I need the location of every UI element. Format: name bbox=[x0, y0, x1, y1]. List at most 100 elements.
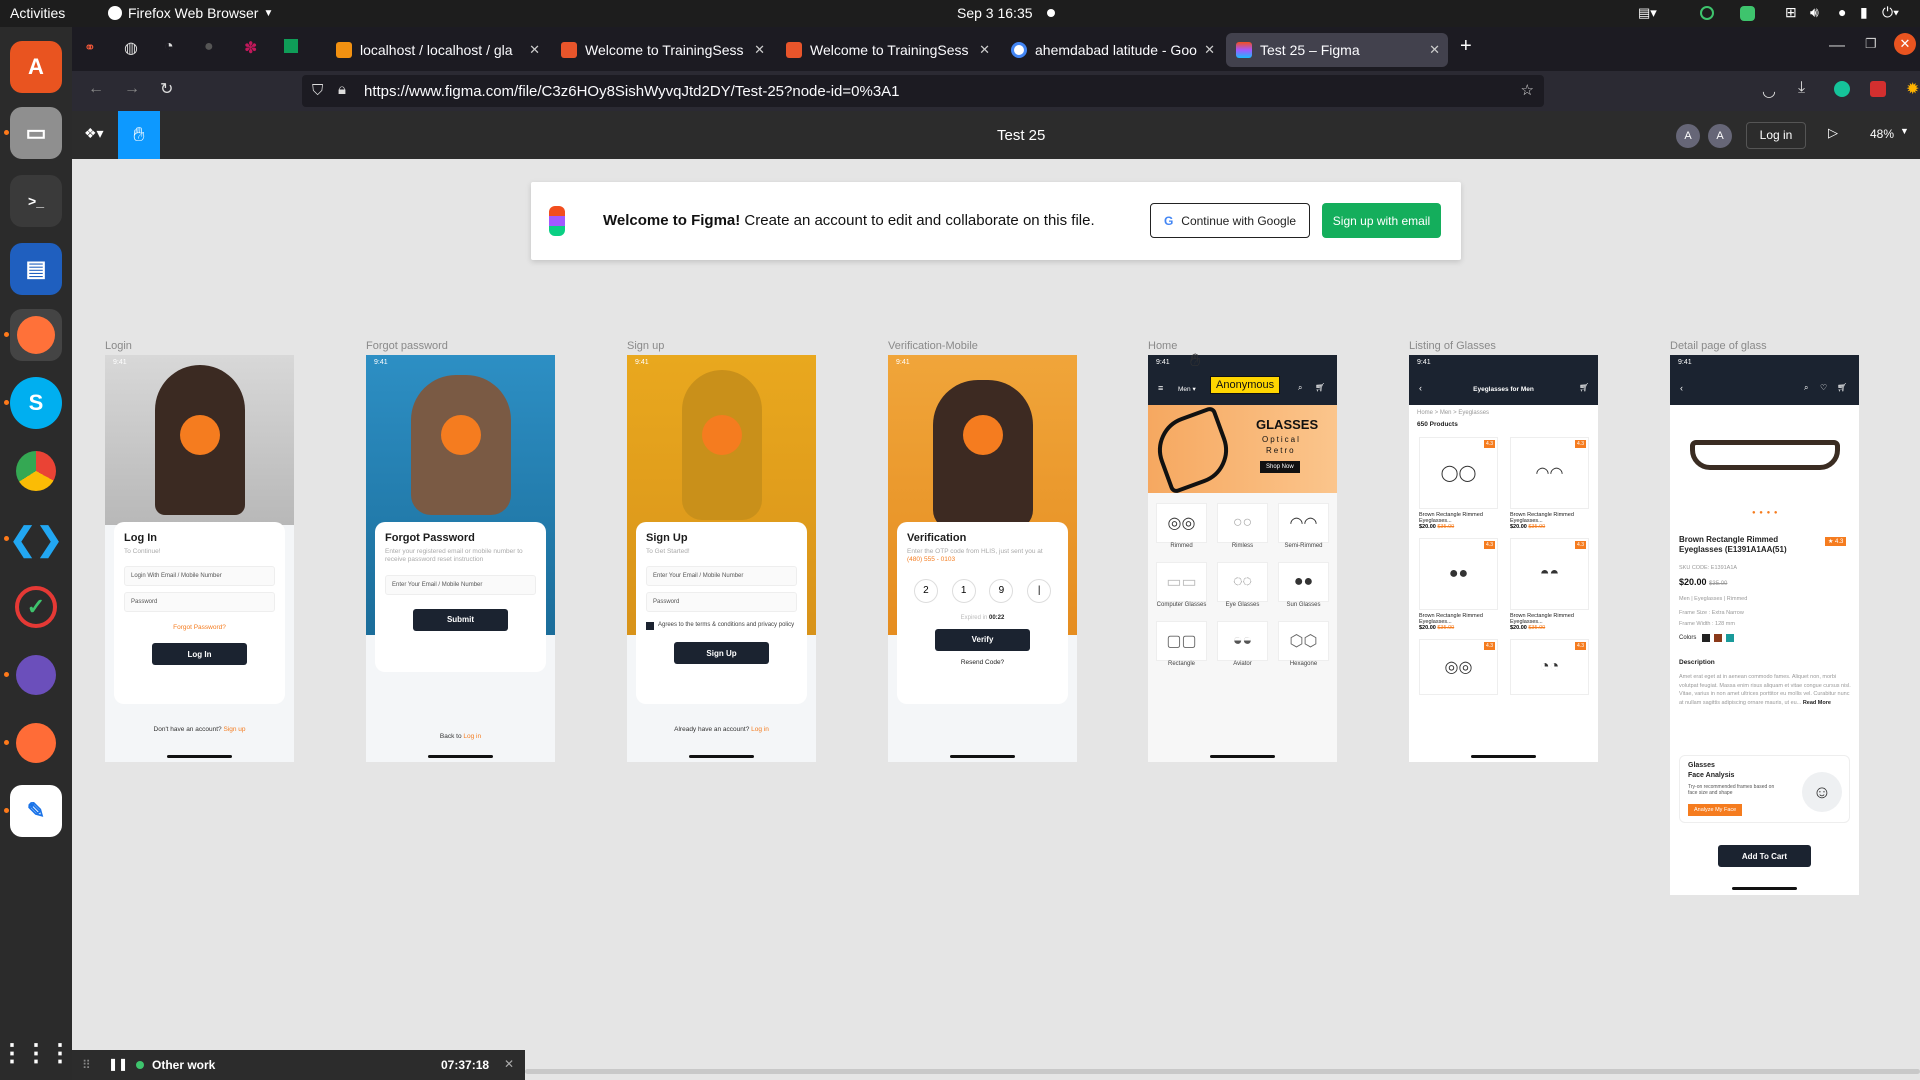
firefox-dock-icon[interactable] bbox=[10, 309, 62, 361]
email-field[interactable]: Enter Your Email / Mobile Number bbox=[385, 574, 536, 595]
frame-home[interactable]: 9:41 ≡ Men ▾ Anonymous ⌕ 🛒︎ GLASSES Opti… bbox=[1148, 355, 1337, 762]
close-icon[interactable]: ✕ bbox=[1204, 42, 1215, 58]
continue-with-google-button[interactable]: G Continue with Google bbox=[1150, 203, 1310, 238]
sun-extension-icon[interactable]: ✹ bbox=[1906, 79, 1919, 99]
frame-signup[interactable]: 9:41 Sign Up To Get Started! Enter Your … bbox=[627, 355, 816, 762]
close-icon[interactable]: ✕ bbox=[754, 42, 765, 58]
add-to-cart-button[interactable]: Add To Cart bbox=[1718, 845, 1811, 867]
minimize-icon[interactable]: — bbox=[1829, 37, 1845, 55]
forward-icon[interactable]: → bbox=[124, 80, 140, 98]
product-card[interactable]: ◓◓ 4.3 Brown Rectangle Rimmed Eyeglasses..… bbox=[1510, 538, 1589, 631]
forgot-password-link[interactable]: Forgot Password? bbox=[124, 624, 275, 631]
frame-label-forgot[interactable]: Forgot password bbox=[366, 340, 448, 352]
frame-label-home[interactable]: Home bbox=[1148, 340, 1177, 352]
chrome-icon[interactable] bbox=[10, 445, 62, 497]
maximize-icon[interactable]: ❐ bbox=[1865, 36, 1877, 52]
pinned-app-icon[interactable]: ✽ bbox=[244, 38, 257, 58]
frame-label-verification[interactable]: Verification-Mobile bbox=[888, 340, 978, 352]
pinned-sheets-icon[interactable] bbox=[284, 39, 298, 53]
category-hexagone[interactable]: ⬡⬡ Hexagone bbox=[1278, 621, 1329, 668]
color-swatch-brown[interactable] bbox=[1714, 634, 1723, 642]
pinned-speed-icon[interactable]: ◔ bbox=[164, 38, 174, 56]
file-title[interactable]: Test 25 bbox=[997, 127, 1045, 144]
pocket-icon[interactable]: ◡ bbox=[1762, 81, 1776, 101]
tab-3[interactable]: Welcome to TrainingSess ✕ bbox=[776, 33, 998, 67]
browser-globe-icon[interactable] bbox=[10, 649, 62, 701]
hand-tool-icon[interactable]: ✋︎ bbox=[118, 111, 160, 159]
present-play-icon[interactable]: ▷ bbox=[1828, 125, 1838, 141]
product-card[interactable]: ◎◎ 4.3 bbox=[1419, 639, 1498, 695]
cart-icon[interactable]: 🛒︎ bbox=[1579, 383, 1589, 392]
search-icon[interactable]: ⌕ bbox=[1298, 383, 1302, 393]
app-menu[interactable]: Firefox Web Browser ▼ bbox=[108, 5, 273, 21]
color-swatch-teal[interactable] bbox=[1726, 634, 1735, 642]
figma-main-menu-icon[interactable]: ❖▾ bbox=[84, 125, 104, 142]
search-icon[interactable]: ⌕ bbox=[1804, 383, 1808, 393]
login-link[interactable]: Log in bbox=[751, 726, 769, 733]
terminal-icon[interactable]: >_ bbox=[10, 175, 62, 227]
pinned-tab-icon[interactable]: ⚭ bbox=[84, 39, 96, 56]
product-card[interactable]: ●● 4.3 Brown Rectangle Rimmed Eyeglasses..… bbox=[1419, 538, 1498, 631]
cart-icon[interactable]: 🛒︎ bbox=[1837, 383, 1847, 392]
tab-2[interactable]: Welcome to TrainingSess ✕ bbox=[551, 33, 773, 67]
microphone-icon[interactable]: ● bbox=[1838, 4, 1846, 20]
frame-forgot-password[interactable]: 9:41 Forgot Password Enter your register… bbox=[366, 355, 555, 762]
back-icon[interactable]: ← bbox=[88, 80, 104, 98]
product-card[interactable]: ◔◔ 4.3 bbox=[1510, 639, 1589, 695]
software-center-icon[interactable]: A bbox=[10, 41, 62, 93]
close-icon[interactable]: ✕ bbox=[1429, 42, 1440, 58]
frame-label-login[interactable]: Login bbox=[105, 340, 132, 352]
tracker-icon[interactable]: ✓ bbox=[10, 581, 62, 633]
checkbox[interactable] bbox=[646, 622, 654, 631]
close-icon[interactable]: ✕ bbox=[529, 42, 540, 58]
category-sun[interactable]: ●● Sun Glasses bbox=[1278, 562, 1329, 609]
tab-1[interactable]: localhost / localhost / gla ✕ bbox=[326, 33, 548, 67]
category-rimmed[interactable]: ◎◎ Rimmed bbox=[1156, 503, 1207, 550]
color-swatch-black[interactable] bbox=[1702, 634, 1711, 642]
frame-label-signup[interactable]: Sign up bbox=[627, 340, 664, 352]
back-chevron-icon[interactable]: ‹ bbox=[1680, 383, 1683, 393]
menu-icon[interactable]: ≡ bbox=[1158, 383, 1163, 393]
category-rectangle[interactable]: ▢▢ Rectangle bbox=[1156, 621, 1207, 668]
pinned-globe-icon[interactable]: ◍ bbox=[124, 38, 138, 58]
frame-login[interactable]: 9:41 Log In To Continue! Login With Emai… bbox=[105, 355, 294, 762]
downloads-icon[interactable]: ⤓ bbox=[1798, 79, 1805, 97]
new-tab-icon[interactable]: + bbox=[1460, 35, 1472, 58]
frame-label-detail[interactable]: Detail page of glass bbox=[1670, 340, 1767, 352]
pause-icon[interactable]: ❚❚ bbox=[108, 1057, 128, 1071]
signup-button[interactable]: Sign Up bbox=[674, 642, 769, 665]
signup-link[interactable]: Sign up bbox=[223, 726, 245, 733]
drag-handle-icon[interactable]: ⠿ bbox=[82, 1058, 91, 1072]
product-card[interactable]: ◯◯ 4.3 Brown Rectangle Rimmed Eyeglasses..… bbox=[1419, 437, 1498, 530]
clipboard-icon[interactable]: ▤▾ bbox=[1638, 5, 1657, 21]
close-icon[interactable]: ✕ bbox=[504, 1057, 514, 1071]
verify-button[interactable]: Verify bbox=[935, 628, 1030, 651]
vscode-icon[interactable]: ❮❯ bbox=[9, 513, 63, 565]
frame-label-listing[interactable]: Listing of Glasses bbox=[1409, 340, 1496, 352]
login-button[interactable]: Log In bbox=[152, 643, 247, 666]
email-field[interactable]: Login With Email / Mobile Number bbox=[124, 566, 275, 587]
shop-now-button[interactable]: Shop Now bbox=[1260, 461, 1300, 473]
submit-button[interactable]: Submit bbox=[413, 608, 508, 631]
pinned-github-icon[interactable]: ● bbox=[204, 38, 214, 56]
gender-selector[interactable]: Men ▾ bbox=[1178, 385, 1196, 393]
login-link[interactable]: Log in bbox=[463, 733, 481, 740]
zoom-level[interactable]: 48% bbox=[1870, 127, 1894, 141]
avatar[interactable]: A bbox=[1708, 124, 1732, 148]
carousel-dots[interactable]: ● ● ● ● bbox=[1752, 510, 1779, 516]
skype-icon[interactable]: S bbox=[10, 377, 62, 429]
url-bar[interactable]: ⛉ 🔒︎ https://www.figma.com/file/C3z6HOy8… bbox=[302, 75, 1544, 107]
reload-icon[interactable]: ↻ bbox=[160, 79, 173, 99]
avatar[interactable]: A bbox=[1676, 124, 1700, 148]
shield-icon[interactable]: ⛉ bbox=[312, 82, 323, 99]
category-eye[interactable]: ◌◌ Eye Glasses bbox=[1217, 562, 1268, 609]
otp-digit[interactable]: 2 bbox=[913, 578, 938, 603]
breadcrumb[interactable]: Home > Men > Eyeglasses bbox=[1417, 410, 1489, 416]
product-card[interactable]: ◠◠ 4.3 Brown Rectangle Rimmed Eyeglasses..… bbox=[1510, 437, 1589, 530]
window-close-icon[interactable]: ✕ bbox=[1894, 33, 1916, 55]
horizontal-scrollbar[interactable] bbox=[525, 1069, 1920, 1074]
postman-icon[interactable] bbox=[10, 717, 62, 769]
frame-detail[interactable]: 9:41 ‹ ⌕ ♡ 🛒︎ ● ● ● ● Brown Rectangle Ri… bbox=[1670, 355, 1859, 895]
clock[interactable]: Sep 3 16:35 bbox=[957, 5, 1033, 21]
login-button[interactable]: Log in bbox=[1746, 122, 1806, 149]
